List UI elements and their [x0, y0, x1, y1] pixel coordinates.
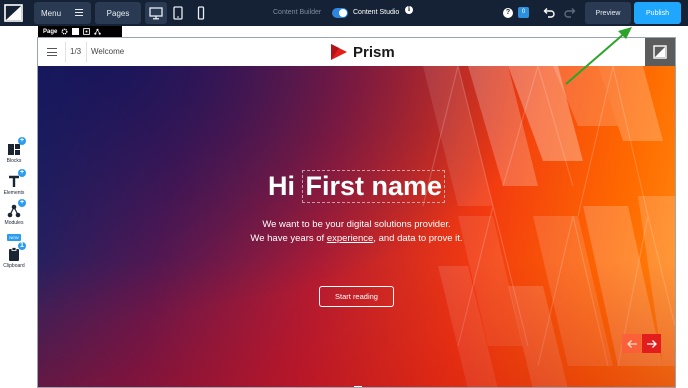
annotation-arrow-icon: [565, 27, 632, 85]
undo-icon[interactable]: [541, 5, 557, 21]
start-reading-label: Start reading: [335, 292, 378, 301]
left-sidebar: + Blocks + Elements + Modules NEW 1 Clip…: [0, 26, 28, 388]
add-element-icon: +: [18, 169, 26, 177]
desktop-icon: [149, 7, 163, 20]
add-block-icon: +: [18, 137, 26, 145]
page-settings-bar: Page: [38, 26, 122, 37]
preview-label: Preview: [595, 9, 621, 17]
tagline-line-2: We have years of experience, and data to…: [38, 232, 675, 246]
sidebar-item-blocks[interactable]: + Blocks: [0, 137, 28, 164]
sidebar-item-label: Clipboard: [3, 263, 25, 269]
content-builder-label: Content Builder: [273, 9, 322, 16]
sidebar-item-label: Blocks: [6, 158, 22, 164]
gear-icon[interactable]: [61, 28, 68, 35]
new-badge: NEW: [7, 234, 21, 241]
tagline-text: We have years of: [250, 233, 327, 244]
arrow-left-icon: [626, 339, 637, 348]
pages-button[interactable]: Pages: [95, 2, 141, 24]
sidebar-item-label: Modules: [4, 220, 24, 226]
layout-icon[interactable]: [83, 28, 91, 35]
prism-logo-icon: [331, 44, 347, 60]
tablet-view-button[interactable]: [167, 2, 189, 24]
sidebar-item-clipboard[interactable]: 1 Clipboard: [0, 242, 28, 269]
tagline-line-1: We want to be your digital solutions pro…: [262, 219, 451, 230]
edit-logo-icon: [653, 45, 667, 59]
hero-section: Hi First name We want to be your digital…: [38, 66, 675, 387]
start-reading-button[interactable]: Start reading: [319, 286, 394, 307]
site-menu-icon[interactable]: [47, 48, 57, 56]
sidebar-item-label: Elements: [3, 190, 25, 196]
clipboard-icon: 1: [6, 242, 26, 262]
sidebar-item-elements[interactable]: + Elements: [0, 169, 28, 196]
menu-button[interactable]: Menu: [34, 2, 91, 24]
tablet-icon: [173, 6, 183, 20]
redo-icon[interactable]: [562, 5, 578, 21]
preview-button[interactable]: Preview: [585, 2, 631, 24]
app-logo-icon[interactable]: [2, 2, 25, 24]
content-studio-label: Content Studio: [353, 9, 400, 16]
content-studio-toggle[interactable]: [332, 8, 348, 18]
color-swatch-icon[interactable]: [72, 28, 80, 35]
previous-slide-button[interactable]: [622, 334, 641, 353]
sidebar-item-modules[interactable]: + Modules NEW: [0, 199, 28, 244]
modules-icon: +: [6, 199, 26, 219]
hero-tagline: We want to be your digital solutions pro…: [38, 218, 675, 246]
arrow-right-icon: [646, 339, 657, 348]
greeting-text: Hi: [267, 171, 295, 201]
experience-link[interactable]: experience: [327, 233, 373, 244]
brand-logo[interactable]: Prism: [329, 41, 395, 63]
elements-icon: +: [6, 169, 26, 189]
desktop-view-button[interactable]: [145, 2, 167, 24]
tagline-text: , and data to prove it.: [373, 233, 463, 244]
brand-name: Prism: [353, 43, 395, 61]
add-module-icon: +: [18, 199, 26, 207]
next-slide-button[interactable]: [642, 334, 661, 353]
mobile-icon: [197, 6, 205, 20]
divider: [65, 42, 66, 62]
info-icon[interactable]: i: [405, 6, 413, 14]
hero-headline[interactable]: Hi First name: [38, 170, 675, 203]
help-icon[interactable]: ?: [503, 8, 513, 18]
pages-label: Pages: [106, 8, 130, 18]
notification-badge[interactable]: 0: [518, 7, 529, 18]
menu-label: Menu: [41, 8, 62, 18]
hamburger-icon: [75, 9, 83, 16]
publish-label: Publish: [646, 9, 669, 17]
edit-corner-button[interactable]: [645, 38, 675, 66]
mobile-view-button[interactable]: [190, 2, 212, 24]
first-name-token[interactable]: First name: [302, 170, 446, 203]
blocks-icon: +: [6, 137, 26, 157]
slide-counter: 1/3: [70, 47, 82, 56]
page-label: Page: [43, 28, 58, 35]
clipboard-count: 1: [18, 242, 26, 250]
divider: [86, 42, 87, 62]
publish-button[interactable]: Publish: [634, 2, 681, 24]
share-icon[interactable]: [94, 28, 102, 35]
nav-welcome-link[interactable]: Welcome: [91, 47, 124, 56]
